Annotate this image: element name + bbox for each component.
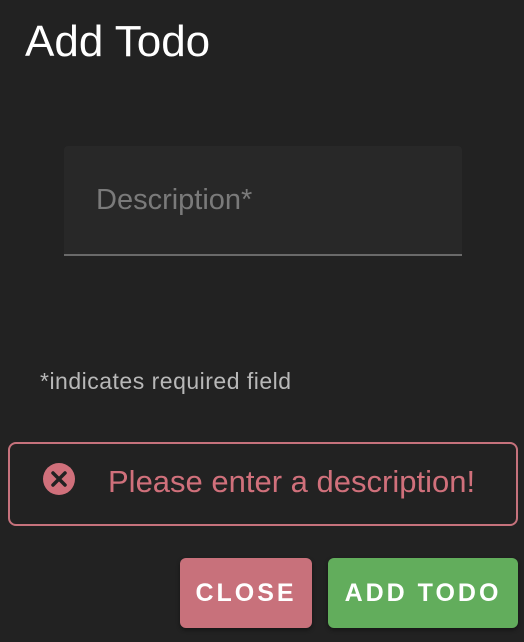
dialog-title: Add Todo <box>25 17 211 66</box>
required-field-hint: *indicates required field <box>40 368 292 394</box>
error-alert: Please enter a description! <box>8 442 518 526</box>
description-field[interactable] <box>64 146 462 256</box>
error-circle-x-icon <box>43 463 75 495</box>
close-button[interactable]: CLOSE <box>180 558 312 628</box>
add-todo-button[interactable]: ADD TODO <box>328 558 518 628</box>
error-message: Please enter a description! <box>108 464 476 499</box>
description-input[interactable] <box>64 146 462 254</box>
add-todo-dialog: Add Todo *indicates required field Pleas… <box>0 0 524 642</box>
